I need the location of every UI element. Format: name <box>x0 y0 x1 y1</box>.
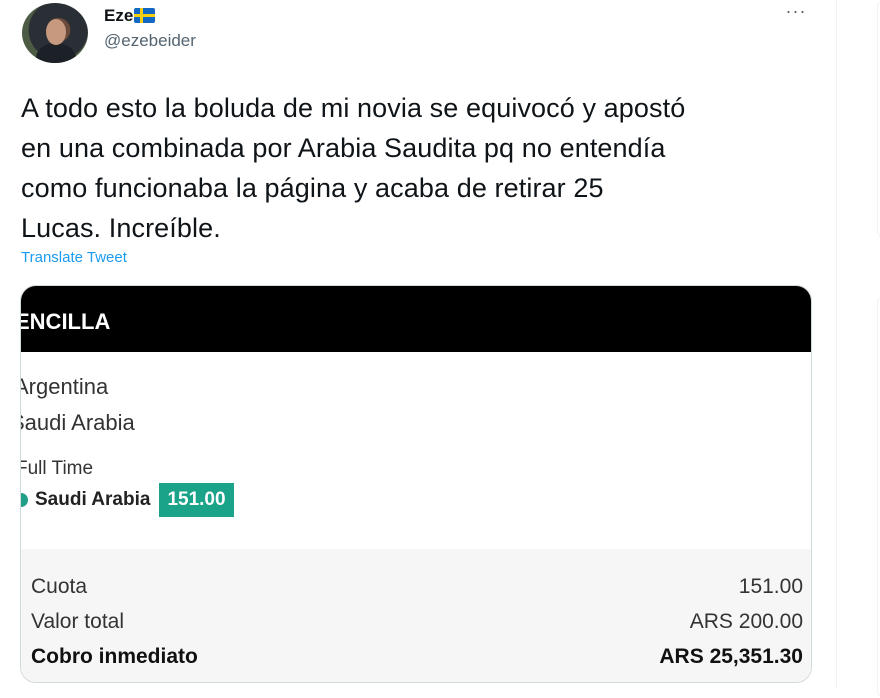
selection-radio-icon <box>21 493 28 507</box>
summary-label: Cuota <box>31 575 88 598</box>
bet-summary: Cuota 151.00 Valor total ARS 200.00 Cobr… <box>21 549 811 682</box>
avatar[interactable] <box>22 3 88 63</box>
tweet-media-image[interactable]: ENCILLA Argentina Saudi Arabia Full Time… <box>20 285 812 683</box>
timeline-divider <box>836 0 837 689</box>
display-name[interactable]: Eze <box>104 6 156 26</box>
user-handle[interactable]: @ezebeider <box>104 31 196 51</box>
avatar-body <box>36 43 76 63</box>
avatar-face <box>46 19 66 45</box>
summary-row-cobro-inmediato: Cobro inmediato ARS 25,351.30 <box>31 645 803 675</box>
summary-row-valor-total: Valor total ARS 200.00 <box>31 610 803 640</box>
selection-name: Saudi Arabia <box>35 489 151 510</box>
display-name-text: Eze <box>104 6 134 25</box>
summary-label: Valor total <box>31 610 124 633</box>
summary-row-cuota: Cuota 151.00 <box>31 575 803 605</box>
odds-badge: 151.00 <box>159 483 234 517</box>
summary-value: ARS 200.00 <box>689 610 803 633</box>
tweet-text: A todo esto la boluda de mi novia se equ… <box>21 93 686 243</box>
summary-value: ARS 25,351.30 <box>659 645 803 668</box>
team-2: Saudi Arabia <box>20 410 135 435</box>
bet-selection: Saudi Arabia 151.00 <box>21 482 234 518</box>
summary-value: 151.00 <box>738 575 803 598</box>
summary-label: Cobro inmediato <box>31 645 198 668</box>
sweden-flag-icon <box>134 8 156 23</box>
more-options-button[interactable]: ··· <box>782 2 810 24</box>
bet-slip-header: ENCILLA <box>21 286 811 352</box>
translate-tweet-link[interactable]: Translate Tweet <box>21 249 127 266</box>
team-1: Argentina <box>20 374 109 399</box>
market-label: Full Time <box>20 458 94 479</box>
